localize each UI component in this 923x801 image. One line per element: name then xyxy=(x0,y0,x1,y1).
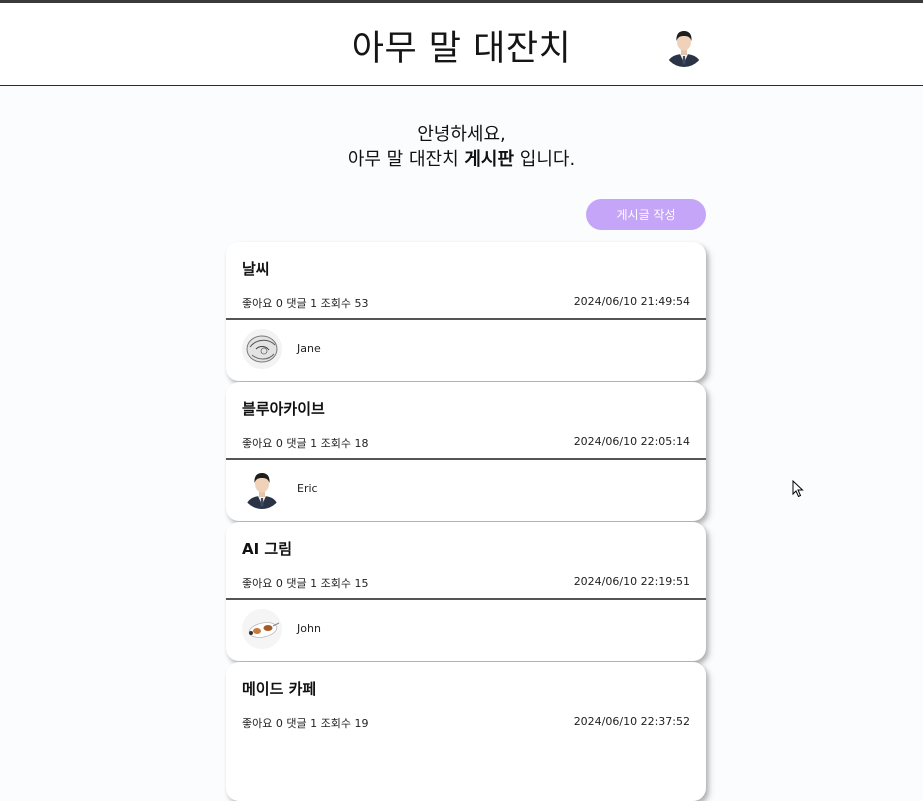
post-stats: 좋아요 0 댓글 1 조회수 15 xyxy=(242,577,369,590)
post-stats: 좋아요 0 댓글 1 조회수 19 xyxy=(242,717,369,730)
cat-avatar-icon xyxy=(242,609,282,649)
author-name: Eric xyxy=(297,482,318,495)
greeting-suffix: 입니다. xyxy=(514,149,576,170)
post-title[interactable]: 블루아카이브 xyxy=(242,398,325,419)
profile-avatar-icon[interactable] xyxy=(664,27,704,67)
post-stats: 좋아요 0 댓글 1 조회수 53 xyxy=(242,297,369,310)
site-title[interactable]: 아무 말 대잔치 xyxy=(0,20,923,71)
greeting: 안녕하세요, 아무 말 대잔치 게시판 입니다. xyxy=(0,122,923,172)
post-card[interactable]: 블루아카이브 좋아요 0 댓글 1 조회수 18 2024/06/10 22:0… xyxy=(226,382,706,521)
sketch-avatar-icon xyxy=(242,329,282,369)
post-card[interactable]: 메이드 카페 좋아요 0 댓글 1 조회수 19 2024/06/10 22:3… xyxy=(226,662,706,801)
post-date: 2024/06/10 21:49:54 xyxy=(573,295,690,308)
author-name: Jane xyxy=(297,342,321,355)
post-card[interactable]: AI 그림 좋아요 0 댓글 1 조회수 15 2024/06/10 22:19… xyxy=(226,522,706,661)
post-title[interactable]: 메이드 카페 xyxy=(242,678,316,699)
author-name: John xyxy=(297,622,321,635)
post-card[interactable]: 날씨 좋아요 0 댓글 1 조회수 53 2024/06/10 21:49:54… xyxy=(226,242,706,381)
post-title[interactable]: 날씨 xyxy=(242,258,270,279)
mouse-cursor-icon xyxy=(792,479,804,502)
man-suit-avatar-icon xyxy=(242,469,282,509)
greeting-text: 아무 말 대잔치 xyxy=(347,149,465,170)
site-header: 아무 말 대잔치 xyxy=(0,3,923,86)
post-date: 2024/06/10 22:37:52 xyxy=(573,715,690,728)
greeting-line-1: 안녕하세요, xyxy=(417,124,506,145)
post-date: 2024/06/10 22:19:51 xyxy=(573,575,690,588)
greeting-board-word: 게시판 xyxy=(464,149,515,170)
write-post-button[interactable]: 게시글 작성 xyxy=(586,199,706,230)
card-divider xyxy=(226,598,706,600)
greeting-line-2: 아무 말 대잔치 게시판 입니다. xyxy=(0,147,923,172)
card-divider xyxy=(226,318,706,320)
card-divider xyxy=(226,458,706,460)
post-stats: 좋아요 0 댓글 1 조회수 18 xyxy=(242,437,369,450)
post-date: 2024/06/10 22:05:14 xyxy=(573,435,690,448)
post-title[interactable]: AI 그림 xyxy=(242,538,292,559)
